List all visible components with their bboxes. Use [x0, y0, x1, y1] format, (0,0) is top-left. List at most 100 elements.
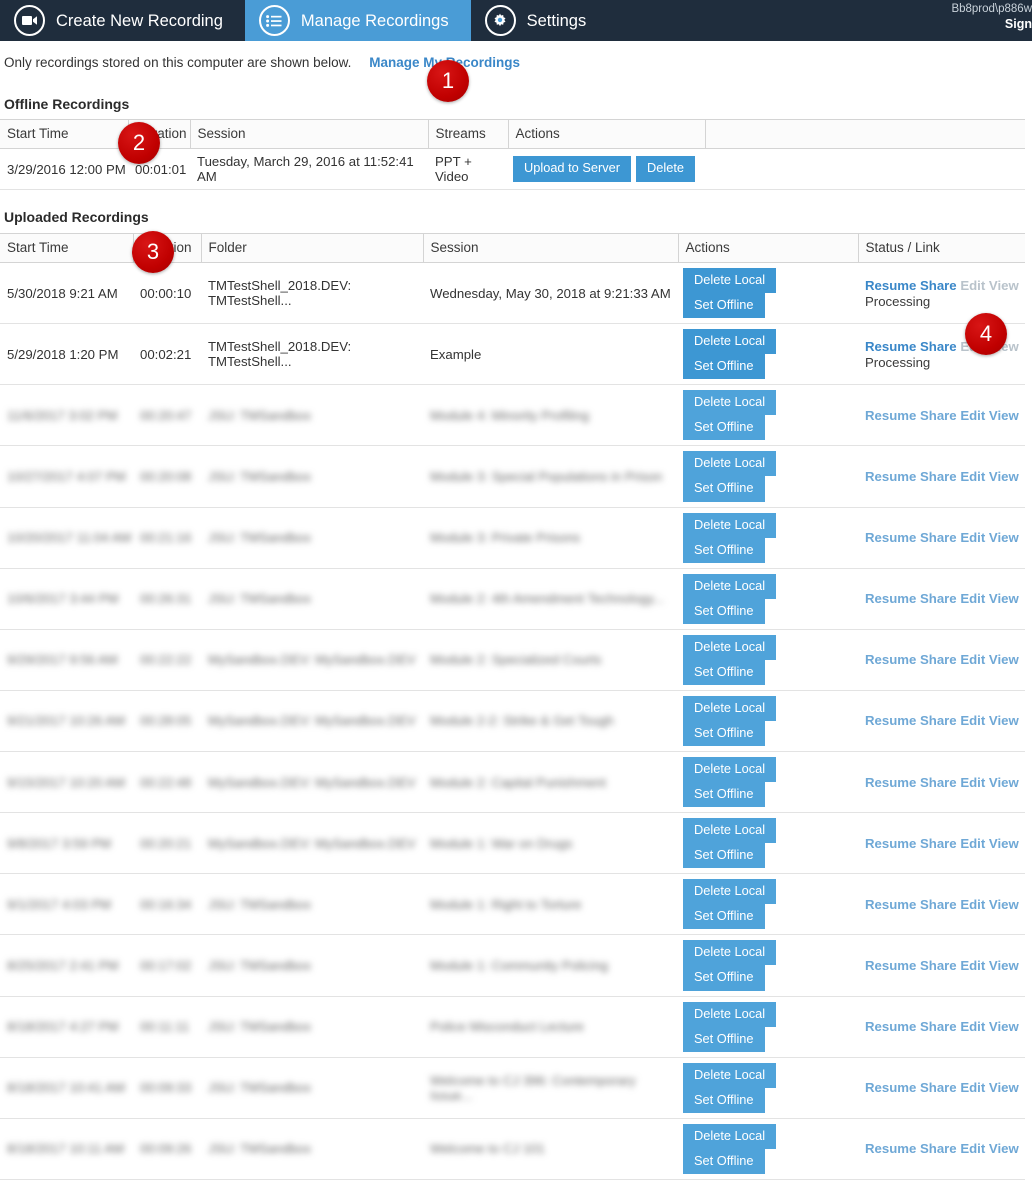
set-offline-button[interactable]: Set Offline	[683, 782, 765, 808]
delete-local-button[interactable]: Delete Local	[683, 1062, 777, 1088]
view-link[interactable]: View	[989, 278, 1019, 293]
set-offline-button[interactable]: Set Offline	[683, 1087, 765, 1113]
resume-link[interactable]: Resume	[865, 775, 916, 790]
share-link[interactable]: Share	[920, 775, 957, 790]
set-offline-button[interactable]: Set Offline	[683, 843, 765, 869]
share-link[interactable]: Share	[920, 1080, 957, 1095]
share-link[interactable]: Share	[920, 339, 957, 354]
delete-local-button[interactable]: Delete Local	[683, 573, 777, 599]
delete-local-button[interactable]: Delete Local	[683, 268, 777, 294]
resume-link[interactable]: Resume	[865, 591, 916, 606]
set-offline-button[interactable]: Set Offline	[683, 537, 765, 563]
delete-local-button[interactable]: Delete Local	[683, 757, 777, 783]
view-link[interactable]: View	[989, 530, 1019, 545]
delete-local-button[interactable]: Delete Local	[683, 1001, 777, 1027]
share-link[interactable]: Share	[920, 652, 957, 667]
view-link[interactable]: View	[989, 1080, 1019, 1095]
set-offline-button[interactable]: Set Offline	[683, 354, 765, 380]
view-link[interactable]: View	[989, 469, 1019, 484]
edit-link[interactable]: Edit	[960, 469, 985, 484]
delete-local-button[interactable]: Delete Local	[683, 634, 777, 660]
edit-link[interactable]: Edit	[960, 958, 985, 973]
nav-item-create-new-recording[interactable]: Create New Recording	[0, 0, 245, 41]
uploaded-table-header-row: Start Time Duration Folder Session Actio…	[0, 233, 1025, 263]
set-offline-button[interactable]: Set Offline	[683, 965, 765, 991]
set-offline-button[interactable]: Set Offline	[683, 476, 765, 502]
share-link[interactable]: Share	[920, 1141, 957, 1156]
edit-link[interactable]: Edit	[960, 836, 985, 851]
view-link[interactable]: View	[989, 408, 1019, 423]
nav-item-manage-recordings[interactable]: Manage Recordings	[244, 0, 471, 41]
edit-link[interactable]: Edit	[960, 652, 985, 667]
view-link[interactable]: View	[989, 958, 1019, 973]
share-link[interactable]: Share	[920, 713, 957, 728]
view-link[interactable]: View	[989, 1019, 1019, 1034]
upload-to-server-button[interactable]: Upload to Server	[513, 156, 632, 182]
delete-local-button[interactable]: Delete Local	[683, 512, 777, 538]
resume-link[interactable]: Resume	[865, 897, 916, 912]
set-offline-button[interactable]: Set Offline	[683, 598, 765, 624]
resume-link[interactable]: Resume	[865, 958, 916, 973]
edit-link[interactable]: Edit	[960, 591, 985, 606]
manage-my-recordings-link[interactable]: Manage My Recordings	[369, 55, 520, 70]
view-link[interactable]: View	[989, 339, 1019, 354]
share-link[interactable]: Share	[920, 897, 957, 912]
share-link[interactable]: Share	[920, 591, 957, 606]
view-link[interactable]: View	[989, 652, 1019, 667]
edit-link[interactable]: Edit	[960, 1141, 985, 1156]
edit-link[interactable]: Edit	[960, 897, 985, 912]
edit-link[interactable]: Edit	[960, 775, 985, 790]
set-offline-button[interactable]: Set Offline	[683, 293, 765, 319]
delete-local-button[interactable]: Delete Local	[683, 940, 777, 966]
view-link[interactable]: View	[989, 1141, 1019, 1156]
edit-link[interactable]: Edit	[960, 530, 985, 545]
uploaded-cell-session: Module 1: Right to Torture	[423, 873, 678, 936]
delete-local-button[interactable]: Delete Local	[683, 1123, 777, 1149]
view-link[interactable]: View	[989, 836, 1019, 851]
uploaded-cell-session: Example	[423, 323, 678, 386]
delete-local-button[interactable]: Delete Local	[683, 329, 777, 355]
delete-local-button[interactable]: Delete Local	[683, 818, 777, 844]
share-link[interactable]: Share	[920, 469, 957, 484]
view-link[interactable]: View	[989, 897, 1019, 912]
edit-link[interactable]: Edit	[960, 408, 985, 423]
edit-link[interactable]: Edit	[960, 278, 985, 293]
resume-link[interactable]: Resume	[865, 530, 916, 545]
resume-link[interactable]: Resume	[865, 713, 916, 728]
delete-local-button[interactable]: Delete Local	[683, 879, 777, 905]
edit-link[interactable]: Edit	[960, 339, 985, 354]
delete-local-button[interactable]: Delete Local	[683, 390, 777, 416]
edit-link[interactable]: Edit	[960, 1019, 985, 1034]
delete-local-button[interactable]: Delete Local	[683, 451, 777, 477]
delete-button[interactable]: Delete	[636, 156, 696, 182]
delete-local-button[interactable]: Delete Local	[683, 695, 777, 721]
share-link[interactable]: Share	[920, 408, 957, 423]
set-offline-button[interactable]: Set Offline	[683, 1148, 765, 1174]
resume-link[interactable]: Resume	[865, 278, 916, 293]
resume-link[interactable]: Resume	[865, 469, 916, 484]
set-offline-button[interactable]: Set Offline	[683, 720, 765, 746]
edit-link[interactable]: Edit	[960, 1080, 985, 1095]
share-link[interactable]: Share	[920, 530, 957, 545]
set-offline-button[interactable]: Set Offline	[683, 904, 765, 930]
resume-link[interactable]: Resume	[865, 836, 916, 851]
resume-link[interactable]: Resume	[865, 1080, 916, 1095]
view-link[interactable]: View	[989, 775, 1019, 790]
nav-item-settings[interactable]: Settings	[471, 0, 609, 41]
resume-link[interactable]: Resume	[865, 1019, 916, 1034]
share-link[interactable]: Share	[920, 836, 957, 851]
view-link[interactable]: View	[989, 591, 1019, 606]
share-link[interactable]: Share	[920, 1019, 957, 1034]
sign-out-link[interactable]: Sign	[912, 17, 1032, 32]
resume-link[interactable]: Resume	[865, 339, 916, 354]
set-offline-button[interactable]: Set Offline	[683, 415, 765, 441]
set-offline-button[interactable]: Set Offline	[683, 659, 765, 685]
resume-link[interactable]: Resume	[865, 408, 916, 423]
edit-link[interactable]: Edit	[960, 713, 985, 728]
set-offline-button[interactable]: Set Offline	[683, 1026, 765, 1052]
view-link[interactable]: View	[989, 713, 1019, 728]
share-link[interactable]: Share	[920, 958, 957, 973]
resume-link[interactable]: Resume	[865, 652, 916, 667]
resume-link[interactable]: Resume	[865, 1141, 916, 1156]
share-link[interactable]: Share	[920, 278, 957, 293]
